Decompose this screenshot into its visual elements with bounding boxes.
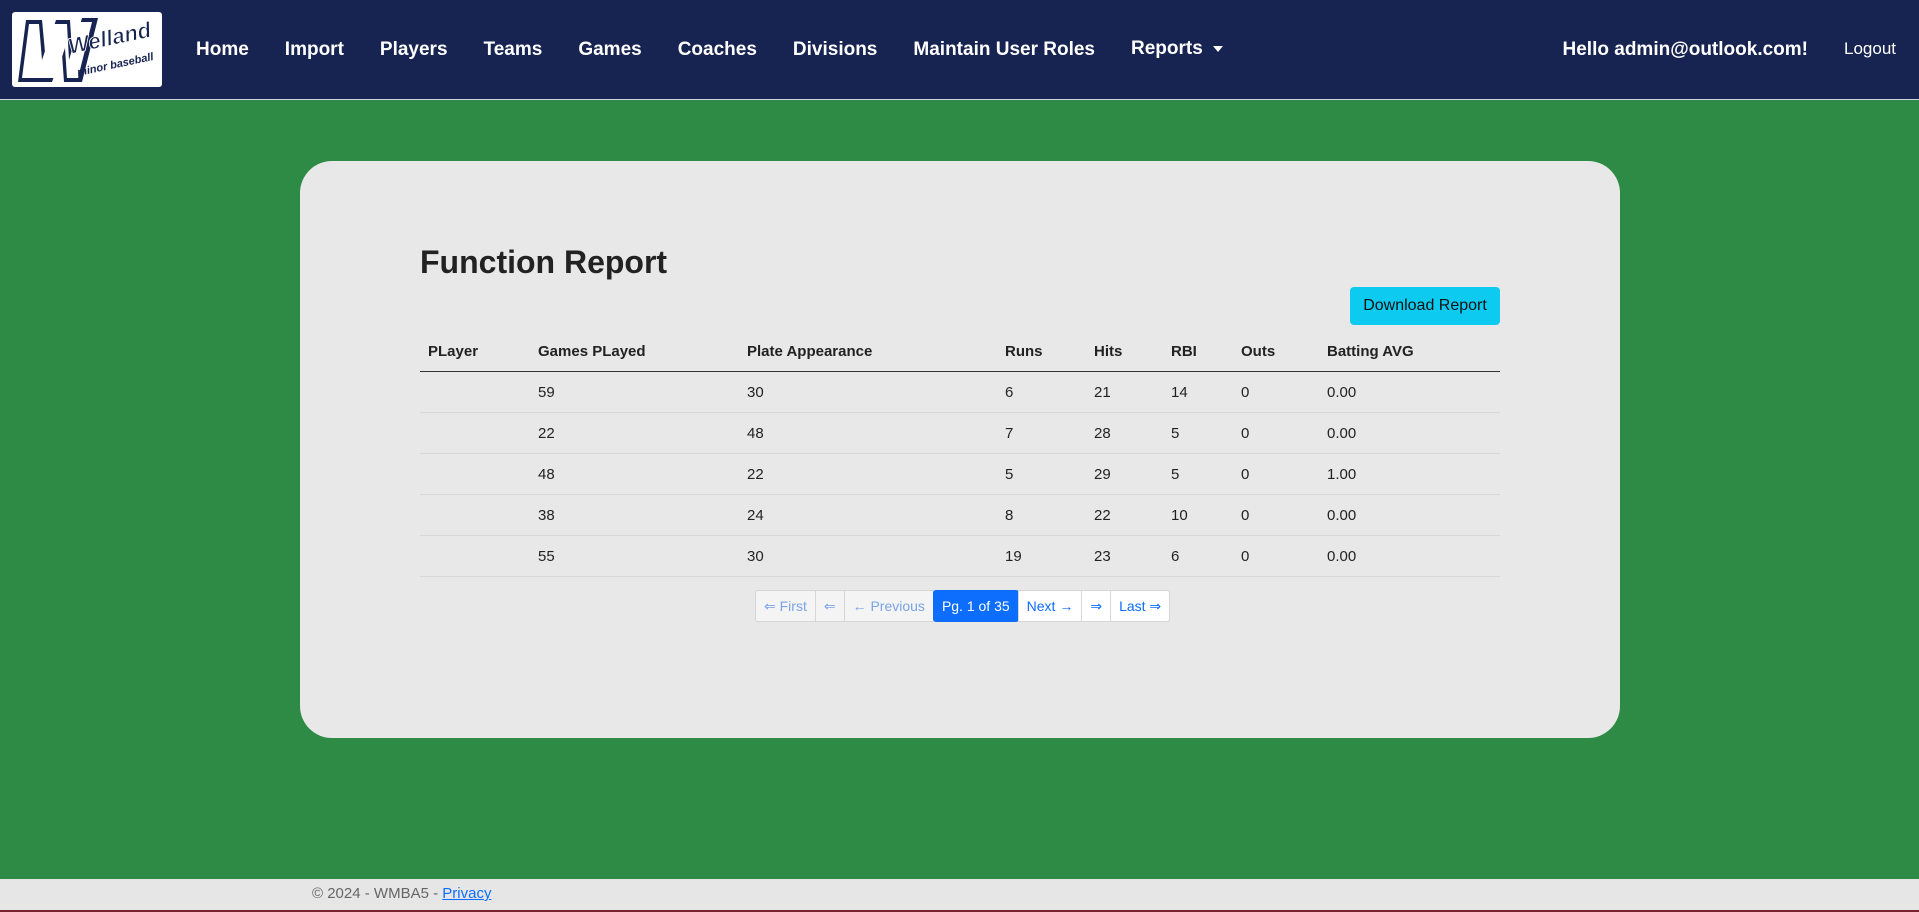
column-header-runs[interactable]: Runs bbox=[997, 331, 1086, 372]
footer: © 2024 - WMBA5 - Privacy bbox=[0, 879, 1919, 912]
table-cell: 10 bbox=[1163, 494, 1233, 536]
privacy-link[interactable]: Privacy bbox=[442, 885, 491, 902]
table-cell: 21 bbox=[1086, 371, 1163, 413]
table-cell: 22 bbox=[1086, 494, 1163, 536]
table-cell: 30 bbox=[739, 535, 997, 577]
nav-maintain-user-roles[interactable]: Maintain User Roles bbox=[913, 39, 1095, 61]
nav-teams[interactable]: Teams bbox=[484, 39, 543, 61]
footer-text: © 2024 - WMBA5 - Privacy bbox=[312, 879, 491, 909]
table-cell: 0.00 bbox=[1319, 494, 1500, 536]
logout-link[interactable]: Logout bbox=[1844, 0, 1896, 98]
table-cell: 24 bbox=[739, 494, 997, 536]
nav-games[interactable]: Games bbox=[578, 39, 641, 61]
table-row: 38 24 8 22 10 0 0.00 bbox=[420, 494, 1500, 536]
download-report-button[interactable]: Download Report bbox=[1350, 287, 1500, 325]
table-cell: 0.00 bbox=[1319, 412, 1500, 454]
nav-divisions[interactable]: Divisions bbox=[793, 39, 877, 61]
nav-import[interactable]: Import bbox=[285, 39, 344, 61]
nav-players[interactable]: Players bbox=[380, 39, 448, 61]
table-row: 48 22 5 29 5 0 1.00 bbox=[420, 453, 1500, 495]
pagination-current-page: Pg. 1 of 35 bbox=[932, 590, 1019, 622]
main-nav: Home Import Players Teams Games Coaches … bbox=[196, 0, 1259, 100]
logo-graphic: Welland minor baseball bbox=[18, 16, 155, 82]
table-row: 59 30 6 21 14 0 0.00 bbox=[420, 371, 1500, 413]
pagination-first[interactable]: ⇐ First bbox=[755, 590, 816, 622]
pagination-previous[interactable]: ← Previous bbox=[843, 590, 934, 622]
nav-reports-dropdown[interactable]: Reports bbox=[1131, 38, 1223, 60]
table-cell: 48 bbox=[739, 412, 997, 454]
table-cell: 8 bbox=[997, 494, 1086, 536]
column-header-outs[interactable]: Outs bbox=[1233, 331, 1319, 372]
table-cell: 0 bbox=[1233, 453, 1319, 495]
report-card: Function Report Download Report PLayer G… bbox=[300, 161, 1620, 738]
column-header-hits[interactable]: Hits bbox=[1086, 331, 1163, 372]
table-cell: 59 bbox=[530, 371, 739, 413]
copyright-text: © 2024 - WMBA5 - bbox=[312, 885, 443, 902]
pagination-next[interactable]: Next → bbox=[1017, 590, 1083, 622]
table-cell: 6 bbox=[997, 371, 1086, 413]
report-table: PLayer Games PLayed Plate Appearance Run… bbox=[420, 331, 1500, 577]
table-cell: 5 bbox=[1163, 412, 1233, 454]
table-cell bbox=[420, 494, 530, 536]
top-navbar: Welland minor baseball Home Import Playe… bbox=[0, 0, 1919, 100]
table-cell: 0.00 bbox=[1319, 371, 1500, 413]
column-header-games-played[interactable]: Games PLayed bbox=[530, 331, 739, 372]
table-row: 55 30 19 23 6 0 0.00 bbox=[420, 535, 1500, 577]
chevron-down-icon bbox=[1212, 45, 1223, 52]
table-header-row: PLayer Games PLayed Plate Appearance Run… bbox=[420, 331, 1500, 372]
table-cell: 30 bbox=[739, 371, 997, 413]
table-cell: 0 bbox=[1233, 494, 1319, 536]
table-cell: 1.00 bbox=[1319, 453, 1500, 495]
table-cell: 7 bbox=[997, 412, 1086, 454]
table-cell bbox=[420, 412, 530, 454]
table-cell: 0 bbox=[1233, 371, 1319, 413]
table-cell: 29 bbox=[1086, 453, 1163, 495]
table-cell: 6 bbox=[1163, 535, 1233, 577]
column-header-player[interactable]: PLayer bbox=[420, 331, 530, 372]
nav-coaches[interactable]: Coaches bbox=[678, 39, 757, 61]
column-header-rbi[interactable]: RBI bbox=[1163, 331, 1233, 372]
table-cell: 23 bbox=[1086, 535, 1163, 577]
table-row: 22 48 7 28 5 0 0.00 bbox=[420, 412, 1500, 454]
table-cell bbox=[420, 535, 530, 577]
table-cell: 5 bbox=[997, 453, 1086, 495]
table-cell bbox=[420, 371, 530, 413]
pagination-last[interactable]: Last ⇒ bbox=[1110, 590, 1171, 622]
pagination-next-arrow[interactable]: ⇒ bbox=[1081, 590, 1112, 622]
table-cell: 48 bbox=[530, 453, 739, 495]
nav-home[interactable]: Home bbox=[196, 39, 249, 61]
table-cell: 38 bbox=[530, 494, 739, 536]
table-cell: 0 bbox=[1233, 412, 1319, 454]
column-header-plate-appearance[interactable]: Plate Appearance bbox=[739, 331, 997, 372]
nav-reports-label: Reports bbox=[1131, 37, 1203, 59]
user-greeting: Hello admin@outlook.com! bbox=[1562, 39, 1808, 60]
table-cell: 22 bbox=[530, 412, 739, 454]
pagination-prev-arrow[interactable]: ⇐ bbox=[814, 590, 845, 622]
welland-logo[interactable]: Welland minor baseball bbox=[12, 12, 162, 87]
table-cell bbox=[420, 453, 530, 495]
page-title: Function Report bbox=[420, 244, 668, 280]
table-cell: 22 bbox=[739, 453, 997, 495]
pagination: ⇐ First ⇐ ← Previous Pg. 1 of 35 Next → … bbox=[755, 590, 1171, 622]
table-cell: 28 bbox=[1086, 412, 1163, 454]
column-header-batting-avg[interactable]: Batting AVG bbox=[1319, 331, 1500, 372]
table-cell: 55 bbox=[530, 535, 739, 577]
table-cell: 0 bbox=[1233, 535, 1319, 577]
table-cell: 5 bbox=[1163, 453, 1233, 495]
table-cell: 19 bbox=[997, 535, 1086, 577]
table-cell: 14 bbox=[1163, 371, 1233, 413]
table-cell: 0.00 bbox=[1319, 535, 1500, 577]
